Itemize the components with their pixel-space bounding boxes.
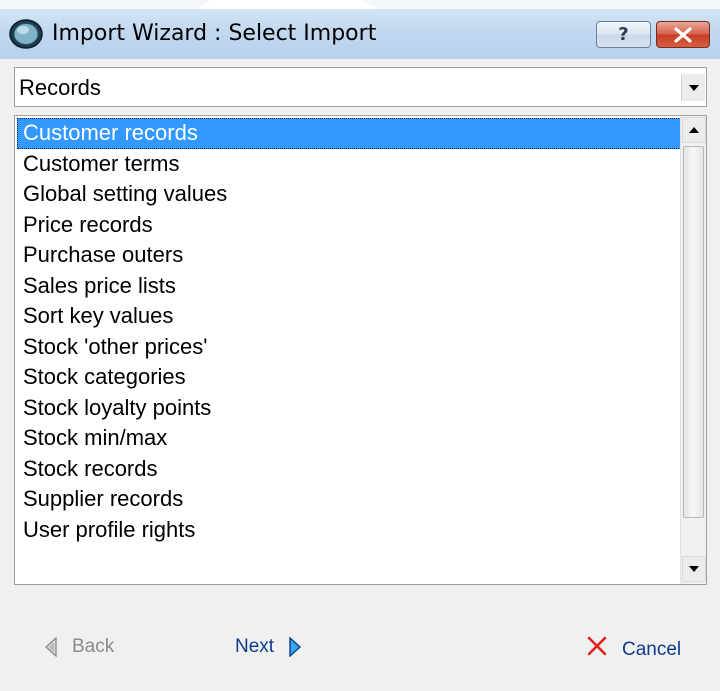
import-listbox[interactable]: Customer records Customer terms Global set…	[14, 115, 707, 585]
scroll-down-button[interactable]	[682, 556, 706, 582]
list-item[interactable]: User profile rights	[17, 515, 681, 546]
list-item[interactable]: Sales price lists	[17, 271, 681, 302]
list-item[interactable]: Sort key values	[17, 301, 681, 332]
list-item[interactable]: Stock categories	[17, 362, 681, 393]
scroll-thumb[interactable]	[683, 146, 704, 518]
list-item[interactable]: Customer records	[17, 118, 681, 149]
scroll-up-button[interactable]	[682, 117, 706, 143]
title-bar[interactable]: Import Wizard : Select Import ?	[0, 9, 720, 59]
list-item[interactable]: Supplier records	[17, 484, 681, 515]
vertical-scrollbar[interactable]	[680, 116, 706, 584]
help-button[interactable]: ?	[596, 21, 651, 48]
list-item[interactable]: Purchase outers	[17, 240, 681, 271]
help-icon: ?	[618, 24, 629, 45]
scroll-down-icon	[689, 566, 699, 572]
list-item[interactable]: Stock loyalty points	[17, 393, 681, 424]
chevron-down-icon	[688, 84, 699, 91]
close-button[interactable]	[656, 21, 710, 48]
window-title: Import Wizard : Select Import	[52, 21, 377, 46]
list-item[interactable]: Stock records	[17, 454, 681, 485]
list-item[interactable]: Customer terms	[17, 149, 681, 180]
list-item[interactable]: Price records	[17, 210, 681, 241]
cancel-button[interactable]: Cancel	[586, 631, 681, 661]
import-type-dropdown[interactable]: Records	[14, 67, 707, 107]
back-label: Back	[72, 636, 115, 657]
globe-icon	[9, 19, 43, 49]
arrow-right-icon	[289, 637, 302, 657]
list-item[interactable]: Stock min/max	[17, 423, 681, 454]
next-button[interactable]: Next	[235, 636, 302, 658]
import-list: Customer records Customer terms Global set…	[17, 118, 681, 545]
list-item[interactable]: Stock 'other prices'	[17, 332, 681, 363]
arrow-left-icon	[45, 637, 57, 657]
scroll-up-icon	[689, 127, 699, 133]
cancel-x-icon	[587, 636, 607, 656]
back-button[interactable]: Back	[44, 636, 114, 658]
dropdown-arrow-button[interactable]	[681, 74, 705, 101]
dropdown-selected-value: Records	[19, 75, 101, 100]
import-wizard-window: Import Wizard : Select Import ? Records …	[0, 9, 720, 691]
cancel-label: Cancel	[622, 639, 682, 660]
list-item[interactable]: Global setting values	[17, 179, 681, 210]
close-icon	[674, 26, 692, 43]
next-label: Next	[235, 636, 275, 657]
